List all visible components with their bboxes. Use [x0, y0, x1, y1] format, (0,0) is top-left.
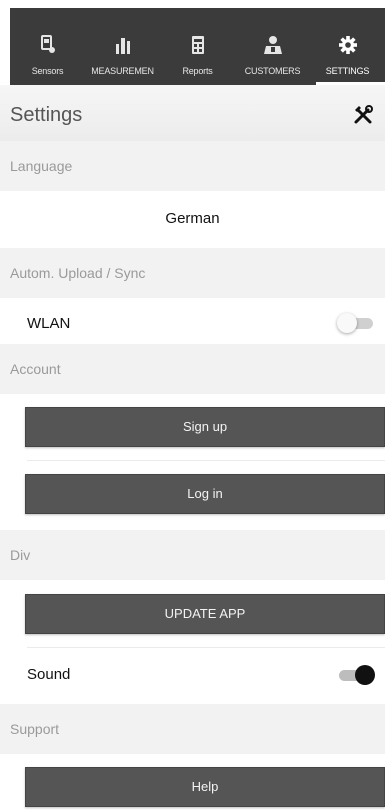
tab-measurements-label: MEASUREMEN [91, 66, 154, 76]
sensor-icon [40, 35, 55, 53]
tab-measurements[interactable]: MEASUREMEN TS [85, 8, 160, 96]
sound-toggle[interactable] [337, 665, 375, 685]
sound-label: Sound [27, 666, 71, 683]
wlan-label: WLAN [27, 315, 71, 332]
update-app-button[interactable]: UPDATE APP [25, 594, 385, 634]
account-divider [27, 460, 385, 461]
section-language: Language [0, 141, 385, 191]
language-select[interactable]: German [0, 210, 385, 227]
wlan-row: WLAN [0, 298, 385, 348]
tab-reports-label: Reports [182, 66, 213, 76]
section-support-label: Support [10, 721, 60, 737]
tab-customers-label: CUSTOMERS [244, 66, 301, 76]
section-support: Support [0, 704, 385, 754]
section-sync: Autom. Upload / Sync [0, 248, 385, 298]
tab-sensors-label: Sensors [31, 66, 64, 76]
section-sync-label: Autom. Upload / Sync [10, 265, 146, 281]
section-account-label: Account [10, 361, 61, 377]
top-bar: Sensors MEASUREMEN TS Reports [0, 0, 385, 96]
bar-chart-icon [115, 38, 130, 54]
gear-icon [338, 36, 357, 54]
div-rows: UPDATE APP Sound [0, 580, 385, 696]
page-title: Settings [10, 104, 83, 126]
tab-settings-label: SETTINGS [325, 66, 370, 76]
wlan-toggle[interactable] [337, 313, 375, 333]
signup-button[interactable]: Sign up [25, 407, 385, 447]
tab-reports[interactable]: Reports [160, 8, 235, 85]
support-rows: Help [0, 754, 385, 810]
tab-customers[interactable]: CUSTOMERS [235, 8, 310, 85]
section-div-label: Div [10, 547, 31, 563]
tab-sensors[interactable]: Sensors [10, 8, 85, 85]
section-account: Account [0, 344, 385, 394]
section-div: Div [0, 530, 385, 580]
account-rows: Sign up Log in [0, 394, 385, 530]
section-language-label: Language [10, 158, 73, 174]
tools-icon[interactable] [353, 105, 373, 125]
customers-icon [263, 36, 282, 54]
login-button[interactable]: Log in [25, 474, 385, 514]
page-header: Settings [0, 85, 385, 141]
help-button[interactable]: Help [25, 767, 385, 807]
language-row[interactable]: German [0, 191, 385, 248]
main-nav: Sensors MEASUREMEN TS Reports [10, 8, 385, 96]
div-divider [27, 647, 385, 648]
sound-toggle-knob [355, 665, 375, 685]
tab-settings[interactable]: SETTINGS [310, 8, 385, 85]
wlan-toggle-knob [337, 313, 357, 333]
report-icon [191, 36, 204, 54]
